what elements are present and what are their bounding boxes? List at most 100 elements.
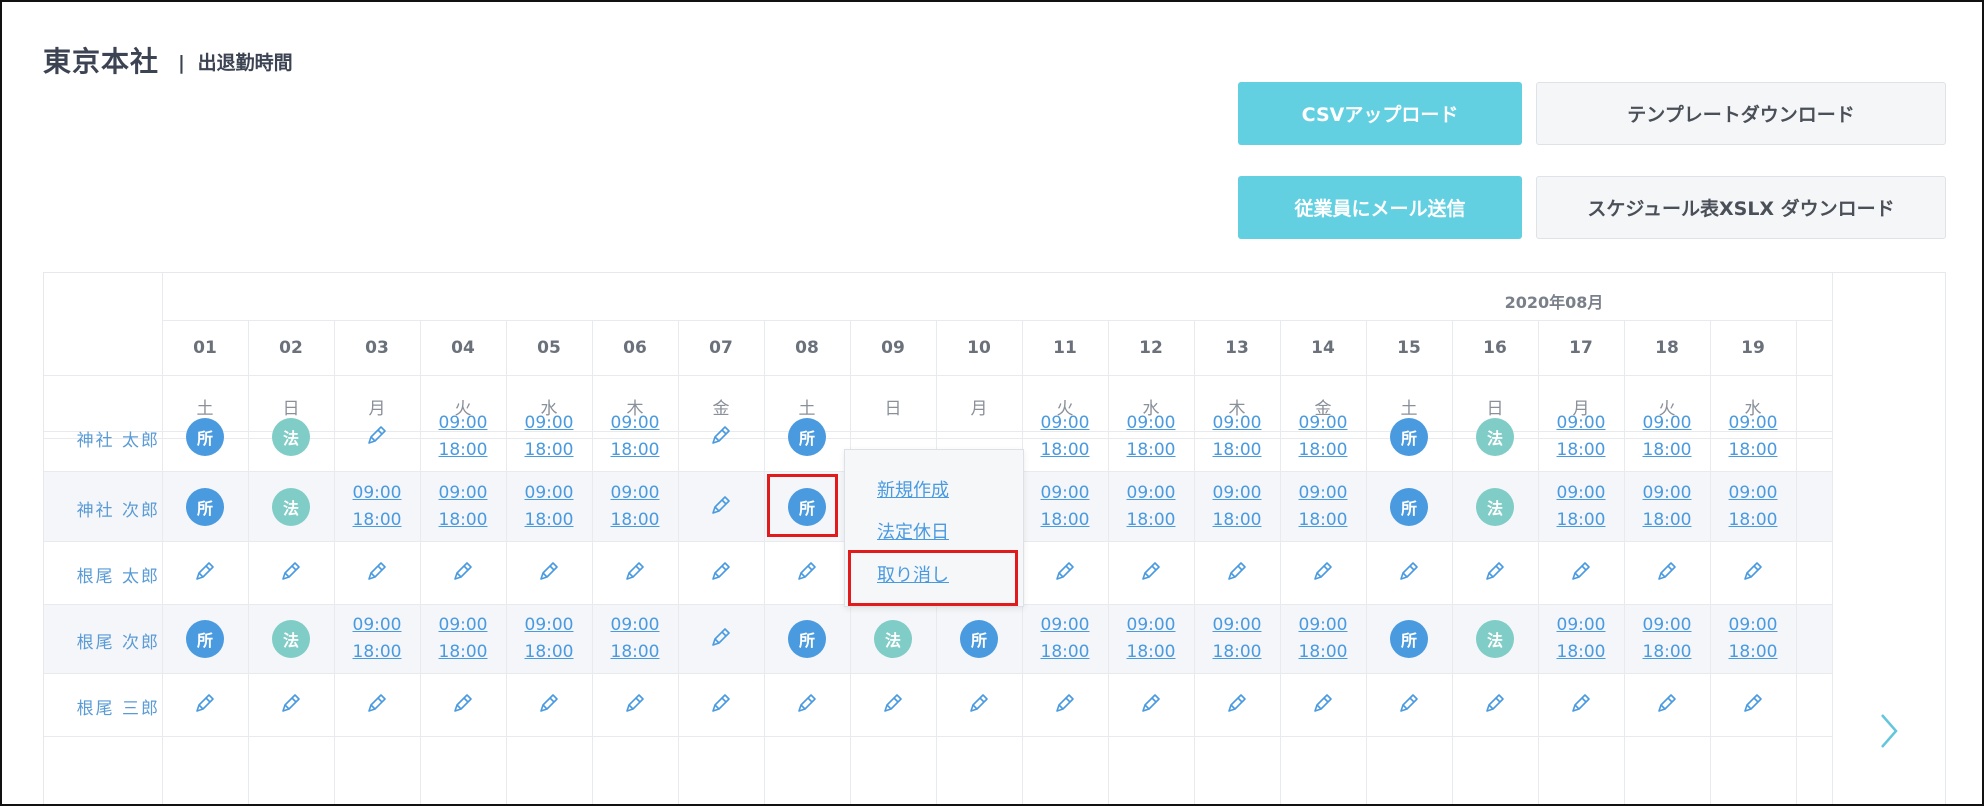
sho-badge[interactable]: 所: [788, 417, 826, 456]
pencil-edit-icon[interactable]: [709, 625, 733, 653]
time-range-link[interactable]: 09:00 18:00: [611, 410, 660, 464]
schedule-cell[interactable]: [506, 541, 592, 604]
schedule-cell[interactable]: [1710, 673, 1796, 736]
schedule-cell[interactable]: [334, 673, 420, 736]
schedule-cell[interactable]: 法: [1452, 604, 1538, 673]
pencil-edit-icon[interactable]: [365, 691, 389, 719]
pencil-edit-icon[interactable]: [1139, 559, 1163, 587]
schedule-cell[interactable]: [764, 541, 850, 604]
schedule-cell[interactable]: 所: [1366, 604, 1452, 673]
sho-badge[interactable]: 所: [1390, 487, 1428, 526]
schedule-cell[interactable]: 09:00 18:00: [506, 604, 592, 673]
schedule-cell[interactable]: 09:00 18:00: [1022, 472, 1108, 541]
pencil-edit-icon[interactable]: [1741, 691, 1765, 719]
time-range-link[interactable]: 09:00 18:00: [1127, 480, 1176, 534]
ho-badge[interactable]: 法: [1476, 417, 1514, 456]
pencil-edit-icon[interactable]: [1741, 559, 1765, 587]
schedule-cell[interactable]: [1280, 541, 1366, 604]
pencil-edit-icon[interactable]: [1225, 559, 1249, 587]
schedule-cell[interactable]: [1538, 673, 1624, 736]
pencil-edit-icon[interactable]: [795, 691, 819, 719]
schedule-cell[interactable]: 09:00 18:00: [592, 472, 678, 541]
pencil-edit-icon[interactable]: [709, 691, 733, 719]
pencil-edit-icon[interactable]: [537, 691, 561, 719]
pencil-edit-icon[interactable]: [1569, 559, 1593, 587]
schedule-cell[interactable]: [1624, 541, 1710, 604]
time-range-link[interactable]: 09:00 18:00: [353, 612, 402, 666]
schedule-cell[interactable]: 09:00 18:00: [420, 472, 506, 541]
schedule-cell[interactable]: 09:00 18:00: [420, 402, 506, 471]
sho-badge[interactable]: 所: [186, 417, 224, 456]
xlsx-download-button[interactable]: スケジュール表XSLX ダウンロード: [1536, 176, 1946, 239]
time-range-link[interactable]: 09:00 18:00: [1041, 410, 1090, 464]
schedule-cell[interactable]: [1366, 673, 1452, 736]
schedule-cell[interactable]: 09:00 18:00: [1108, 402, 1194, 471]
time-range-link[interactable]: 09:00 18:00: [1729, 612, 1778, 666]
pencil-edit-icon[interactable]: [709, 559, 733, 587]
pencil-edit-icon[interactable]: [1569, 691, 1593, 719]
schedule-cell[interactable]: [1624, 673, 1710, 736]
time-range-link[interactable]: 09:00 18:00: [1213, 410, 1262, 464]
pencil-edit-icon[interactable]: [1311, 691, 1335, 719]
ho-badge[interactable]: 法: [272, 487, 310, 526]
schedule-cell[interactable]: [162, 673, 248, 736]
ho-badge[interactable]: 法: [1476, 487, 1514, 526]
schedule-cell[interactable]: 09:00 18:00: [1710, 604, 1796, 673]
time-range-link[interactable]: 09:00 18:00: [1557, 480, 1606, 534]
schedule-cell[interactable]: 所: [162, 402, 248, 471]
schedule-cell[interactable]: 法: [248, 402, 334, 471]
schedule-cell[interactable]: 09:00 18:00: [1710, 402, 1796, 471]
schedule-cell[interactable]: 09:00 18:00: [1624, 604, 1710, 673]
pencil-edit-icon[interactable]: [1655, 559, 1679, 587]
schedule-cell[interactable]: 所: [162, 472, 248, 541]
time-range-link[interactable]: 09:00 18:00: [1041, 612, 1090, 666]
schedule-cell[interactable]: 所: [764, 604, 850, 673]
time-range-link[interactable]: 09:00 18:00: [353, 480, 402, 534]
schedule-cell[interactable]: 09:00 18:00: [1280, 604, 1366, 673]
schedule-cell[interactable]: [420, 673, 506, 736]
schedule-cell[interactable]: [1194, 673, 1280, 736]
sho-badge[interactable]: 所: [186, 619, 224, 658]
ho-badge[interactable]: 法: [1476, 619, 1514, 658]
time-range-link[interactable]: 09:00 18:00: [1299, 612, 1348, 666]
time-range-link[interactable]: 09:00 18:00: [1729, 410, 1778, 464]
pencil-edit-icon[interactable]: [1397, 691, 1421, 719]
schedule-cell[interactable]: 09:00 18:00: [592, 604, 678, 673]
pencil-edit-icon[interactable]: [537, 559, 561, 587]
schedule-cell[interactable]: [1280, 673, 1366, 736]
schedule-cell[interactable]: 所: [764, 402, 850, 471]
schedule-cell[interactable]: 法: [248, 604, 334, 673]
time-range-link[interactable]: 09:00 18:00: [1213, 480, 1262, 534]
schedule-cell[interactable]: 09:00 18:00: [506, 472, 592, 541]
schedule-cell[interactable]: 09:00 18:00: [1710, 472, 1796, 541]
pencil-edit-icon[interactable]: [279, 691, 303, 719]
employee-name[interactable]: 根尾 太郎: [44, 562, 162, 587]
schedule-cell[interactable]: [764, 673, 850, 736]
ho-badge[interactable]: 法: [272, 619, 310, 658]
schedule-cell[interactable]: [850, 673, 936, 736]
sho-badge[interactable]: 所: [1390, 619, 1428, 658]
ho-badge[interactable]: 法: [272, 417, 310, 456]
time-range-link[interactable]: 09:00 18:00: [1041, 480, 1090, 534]
sho-badge[interactable]: 所: [788, 619, 826, 658]
pencil-edit-icon[interactable]: [1139, 691, 1163, 719]
sho-badge[interactable]: 所: [1390, 417, 1428, 456]
pencil-edit-icon[interactable]: [623, 559, 647, 587]
pencil-edit-icon[interactable]: [451, 559, 475, 587]
pencil-edit-icon[interactable]: [1483, 559, 1507, 587]
schedule-cell[interactable]: [592, 673, 678, 736]
schedule-cell[interactable]: [334, 402, 420, 471]
schedule-cell[interactable]: 法: [248, 472, 334, 541]
schedule-cell[interactable]: [1022, 541, 1108, 604]
schedule-cell[interactable]: 法: [850, 604, 936, 673]
sho-badge[interactable]: 所: [960, 619, 998, 658]
schedule-cell[interactable]: 09:00 18:00: [1194, 472, 1280, 541]
pencil-edit-icon[interactable]: [1655, 691, 1679, 719]
pencil-edit-icon[interactable]: [193, 691, 217, 719]
employee-name[interactable]: 根尾 三郎: [44, 694, 162, 719]
pencil-edit-icon[interactable]: [795, 559, 819, 587]
time-range-link[interactable]: 09:00 18:00: [1127, 410, 1176, 464]
schedule-cell[interactable]: 09:00 18:00: [334, 604, 420, 673]
schedule-cell[interactable]: [678, 604, 764, 673]
chevron-right-icon[interactable]: [1874, 711, 1902, 751]
